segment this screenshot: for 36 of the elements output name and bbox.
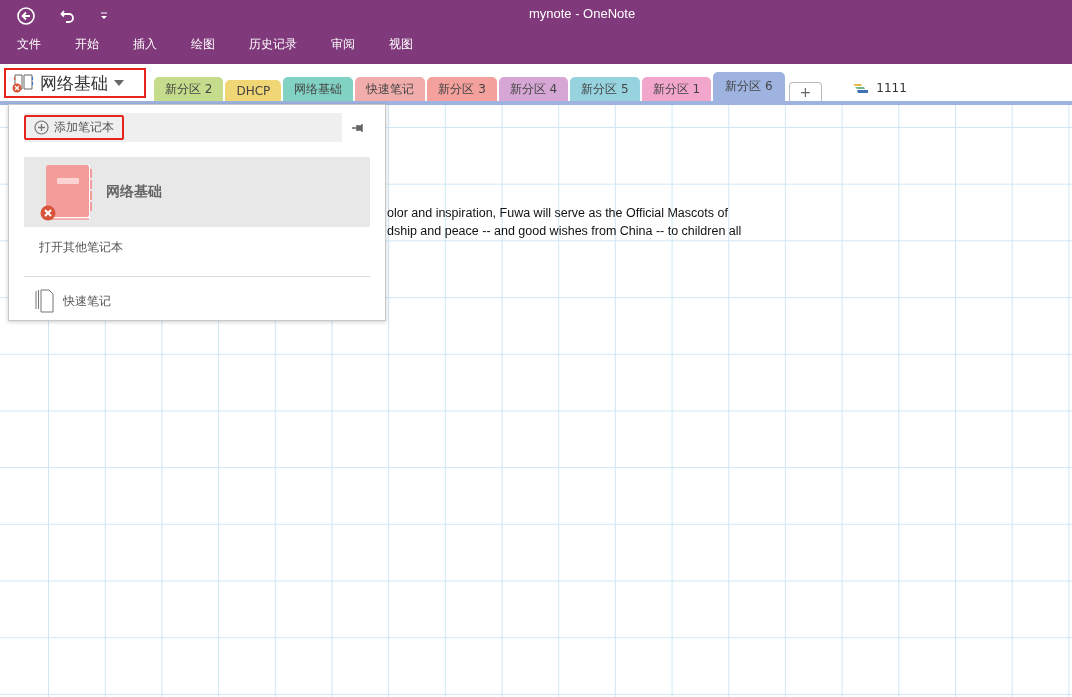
- section-tab[interactable]: DHCP: [225, 80, 282, 101]
- ribbon-tab[interactable]: 审阅: [320, 32, 366, 57]
- add-circle-icon: [34, 120, 49, 135]
- open-other-notebooks-link[interactable]: 打开其他笔记本: [39, 239, 123, 256]
- quick-notes-item[interactable]: 快速笔记: [35, 289, 385, 313]
- back-icon[interactable]: [16, 6, 36, 26]
- pages-icon: [35, 289, 55, 313]
- ribbon-tab[interactable]: 视图: [378, 32, 424, 57]
- ribbon-tab[interactable]: 绘图: [180, 32, 226, 57]
- section-tab[interactable]: 新分区 4: [498, 77, 569, 101]
- dropdown-caret-icon: [114, 80, 124, 86]
- notebook-error-icon: [12, 73, 34, 93]
- section-tab[interactable]: 新分区 5: [570, 77, 640, 101]
- notebook-error-icon: [40, 163, 92, 221]
- pin-icon[interactable]: [352, 122, 364, 133]
- notebook-picker[interactable]: 网络基础: [4, 68, 146, 98]
- window-title: mynote - OneNote: [528, 6, 636, 21]
- section-group-icon: [852, 82, 871, 94]
- section-group-label[interactable]: 1111: [876, 81, 907, 95]
- section-tab[interactable]: 新分区 1: [641, 77, 712, 101]
- add-notebook-button[interactable]: 添加笔记本: [24, 115, 124, 140]
- ribbon-tab[interactable]: 插入: [122, 32, 168, 57]
- ribbon-tab[interactable]: 文件: [6, 32, 52, 57]
- add-section-tab[interactable]: +: [788, 82, 823, 101]
- section-tab[interactable]: 网络基础: [283, 77, 354, 101]
- section-tab[interactable]: 快速笔记: [355, 77, 426, 101]
- note-text-line: olor and inspiration, Fuwa will serve as the Official Mascots of: [387, 205, 728, 222]
- section-tab[interactable]: 新分区 3: [427, 77, 497, 101]
- customize-icon[interactable]: [100, 12, 108, 20]
- ribbon-tab[interactable]: 历史记录: [238, 32, 308, 57]
- section-tab[interactable]: 新分区 2: [154, 77, 224, 101]
- ribbon-tab[interactable]: 开始: [64, 32, 110, 57]
- notebook-item[interactable]: 网络基础: [24, 157, 370, 227]
- section-tab[interactable]: 新分区 6: [713, 72, 785, 101]
- note-text-line: dship and peace -- and good wishes from China -- to children all: [387, 223, 742, 240]
- undo-icon[interactable]: [60, 8, 76, 24]
